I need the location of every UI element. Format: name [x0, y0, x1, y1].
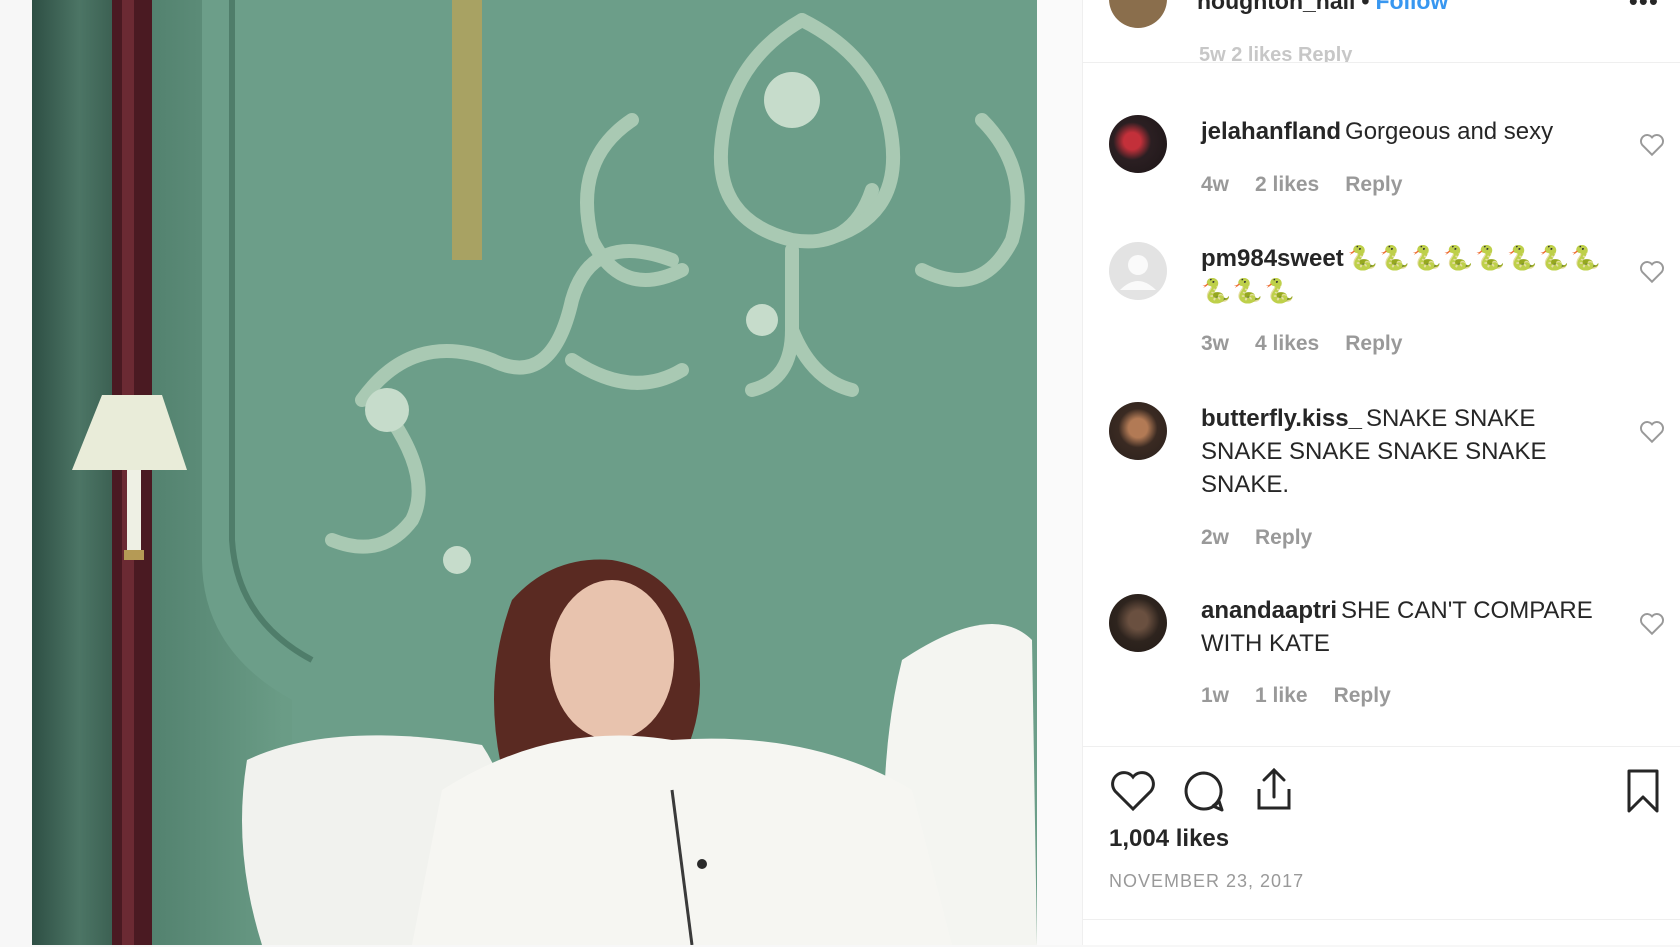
- post-date: NOVEMBER 23, 2017: [1109, 871, 1305, 891]
- follow-button[interactable]: Follow: [1375, 0, 1448, 14]
- comment-text: Gorgeous and sexy: [1345, 118, 1554, 145]
- comment-time[interactable]: 1w: [1201, 684, 1229, 707]
- comment-text-block: butterfly.kiss_ SNAKE SNAKE SNAKE SNAKE S…: [1201, 402, 1611, 501]
- comments-panel: houghton_hall • Follow ••• 5w 2 likes Repl…: [1082, 0, 1680, 945]
- post-actions: 1,004 likes NOVEMBER 23, 2017: [1083, 746, 1680, 947]
- comment-text-block: anandaaptri SHE CAN'T COMPARE WITH KATE: [1201, 594, 1611, 660]
- comment-meta: 3w 4 likes Reply: [1201, 332, 1428, 356]
- photo-illustration: [32, 0, 1037, 945]
- likes-count[interactable]: 1,004 likes: [1109, 825, 1229, 853]
- bookmark-icon[interactable]: [1623, 767, 1663, 815]
- author-avatar[interactable]: [1109, 0, 1167, 28]
- more-options-icon[interactable]: •••: [1629, 0, 1659, 17]
- comment-heart-icon[interactable]: [1639, 260, 1665, 284]
- comment-time[interactable]: 2w: [1201, 526, 1229, 549]
- heart-icon[interactable]: [1109, 769, 1157, 813]
- commenter-avatar[interactable]: [1109, 242, 1167, 300]
- comment-username[interactable]: anandaaptri: [1201, 597, 1337, 624]
- share-icon[interactable]: [1251, 765, 1297, 813]
- comment-likes[interactable]: 2 likes: [1255, 173, 1319, 196]
- comment-bubble-icon[interactable]: [1180, 767, 1228, 815]
- comment-meta: 1w 1 like Reply: [1201, 684, 1417, 708]
- photo-gutter: [1037, 0, 1082, 945]
- divider: [1083, 919, 1680, 920]
- comment-likes[interactable]: 1 like: [1255, 684, 1308, 707]
- comment-heart-icon[interactable]: [1639, 133, 1665, 157]
- reply-button[interactable]: Reply: [1334, 684, 1391, 707]
- reply-button[interactable]: Reply: [1255, 526, 1312, 549]
- comment-time[interactable]: 4w: [1201, 173, 1229, 196]
- commenter-avatar[interactable]: [1109, 594, 1167, 652]
- comment-heart-icon[interactable]: [1639, 612, 1665, 636]
- comment-meta: 4w 2 likes Reply: [1201, 173, 1428, 197]
- separator-dot: •: [1361, 0, 1370, 14]
- author-username[interactable]: houghton_hall: [1197, 0, 1355, 14]
- comment-text-block: pm984sweet 🐍🐍🐍🐍🐍🐍🐍🐍🐍🐍🐍: [1201, 242, 1611, 308]
- post-photo[interactable]: [32, 0, 1037, 945]
- reply-button[interactable]: Reply: [1345, 332, 1402, 355]
- comment-meta: 2w Reply: [1201, 526, 1338, 550]
- comment-text-block: jelahanfland Gorgeous and sexy: [1201, 115, 1611, 148]
- comment-heart-icon[interactable]: [1639, 420, 1665, 444]
- default-avatar-icon: [1120, 255, 1156, 290]
- commenter-avatar[interactable]: [1109, 402, 1167, 460]
- comment-username[interactable]: pm984sweet: [1201, 245, 1344, 272]
- comment-username[interactable]: butterfly.kiss_: [1201, 405, 1362, 432]
- author-line: houghton_hall • Follow: [1197, 0, 1448, 15]
- scrolled-comment-meta: 5w 2 likes Reply: [1199, 44, 1353, 63]
- comment-likes[interactable]: 4 likes: [1255, 332, 1319, 355]
- commenter-avatar[interactable]: [1109, 115, 1167, 173]
- comment-username[interactable]: jelahanfland: [1201, 118, 1341, 145]
- post-header: houghton_hall • Follow ••• 5w 2 likes Repl…: [1083, 0, 1680, 63]
- comment-time[interactable]: 3w: [1201, 332, 1229, 355]
- reply-button[interactable]: Reply: [1345, 173, 1402, 196]
